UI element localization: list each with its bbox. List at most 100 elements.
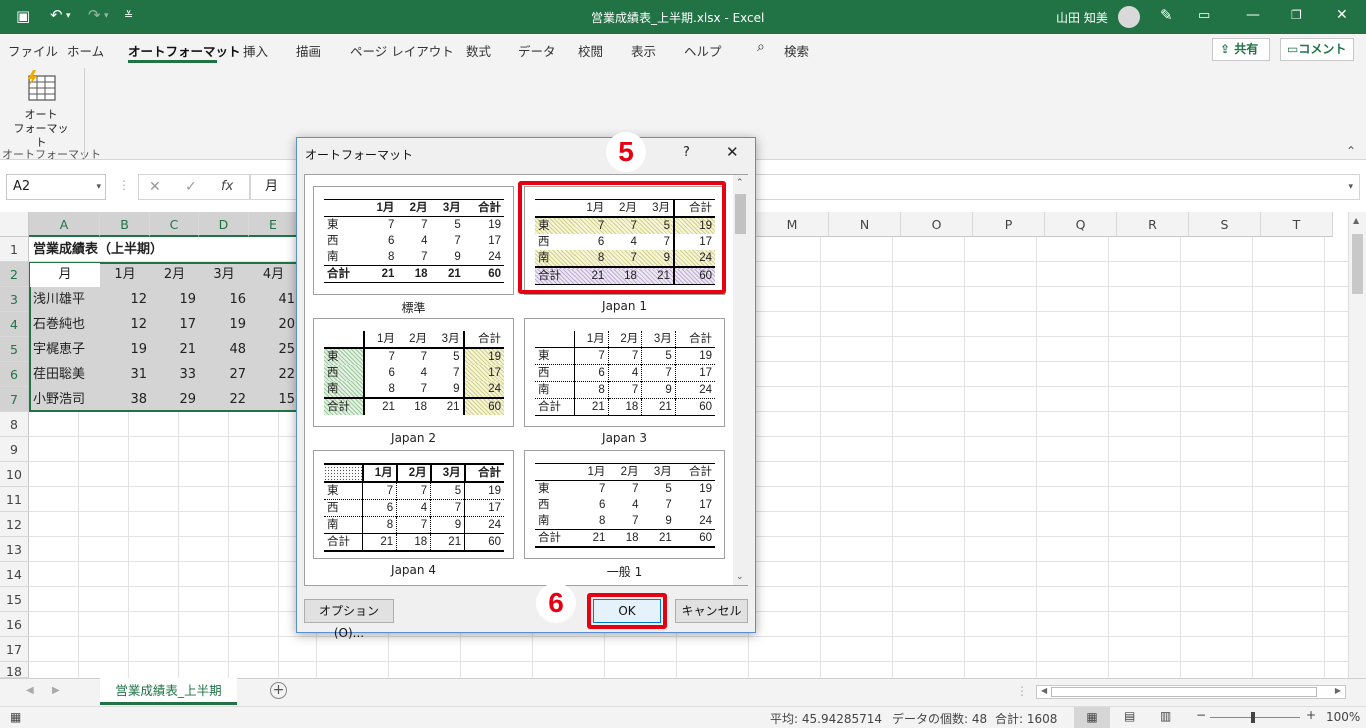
value-cell[interactable]: 12 xyxy=(100,287,150,312)
value-cell[interactable]: 31 xyxy=(100,362,150,387)
format-list-scrollbar[interactable]: ⌃ ⌄ xyxy=(733,175,748,585)
tab-splitter[interactable]: ⋮ xyxy=(1016,684,1028,698)
value-cell[interactable]: 41 xyxy=(249,287,298,312)
cancel-entry-icon[interactable]: ✕ xyxy=(149,179,161,195)
sheet-tab-active[interactable]: 営業成績表_上半期 xyxy=(100,678,237,705)
col-header-q[interactable]: Q xyxy=(1045,212,1117,237)
tab-help[interactable]: ヘルプ xyxy=(684,41,722,60)
header-cell-mar[interactable]: 3月 xyxy=(199,262,249,287)
col-header-p[interactable]: P xyxy=(973,212,1045,237)
row-header-4[interactable]: 4 xyxy=(0,312,29,337)
close-window-icon[interactable]: ✕ xyxy=(1336,7,1348,23)
cancel-button[interactable]: キャンセル xyxy=(675,599,748,623)
value-cell[interactable]: 17 xyxy=(150,312,199,337)
value-cell[interactable]: 20 xyxy=(249,312,298,337)
tab-insert[interactable]: 挿入 xyxy=(243,41,268,60)
horizontal-scrollbar[interactable]: ◀ ▶ xyxy=(1036,685,1346,699)
redo-icon[interactable]: ↷ xyxy=(88,6,101,24)
add-sheet-icon[interactable]: + xyxy=(270,682,287,699)
row-header-2[interactable]: 2 xyxy=(0,262,29,287)
expand-formula-icon[interactable]: ▾ xyxy=(1348,175,1353,199)
ok-button[interactable]: OK xyxy=(593,599,661,623)
format-japan4[interactable]: 1月 2月 3月 合計 東 7 7 5 19 西 6 4 7 17 南 8 7 9 24 合計 21 18 21 60 xyxy=(313,450,514,559)
pen-icon[interactable]: ✎ xyxy=(1160,6,1173,24)
row-header-12[interactable]: 12 xyxy=(0,512,29,537)
format-label-standard[interactable]: 標準 xyxy=(313,299,514,316)
tab-review[interactable]: 校閲 xyxy=(578,41,603,60)
row-header-11[interactable]: 11 xyxy=(0,487,29,512)
format-general1[interactable]: 1月 2月 3月 合計 東 7 7 5 19 西 6 4 7 17 南 8 7 9 24 合計 21 18 21 60 xyxy=(524,450,725,559)
vertical-scrollbar[interactable]: ▲ xyxy=(1348,212,1366,678)
name-cell[interactable]: 宇梶恵子 xyxy=(30,337,100,362)
sheet-title-cell[interactable]: 営業成績表（上半期） xyxy=(30,237,290,262)
row-header-14[interactable]: 14 xyxy=(0,562,29,587)
share-button[interactable]: ⇪ 共有 xyxy=(1212,38,1270,61)
normal-view-icon[interactable]: ▦ xyxy=(1074,707,1110,728)
comment-button[interactable]: ▭コメント xyxy=(1280,38,1354,61)
row-header-8[interactable]: 8 xyxy=(0,412,29,437)
tab-autoformat[interactable]: オートフォーマット xyxy=(128,41,241,60)
value-cell[interactable]: 27 xyxy=(199,362,249,387)
name-cell[interactable]: 石巻純也 xyxy=(30,312,100,337)
value-cell[interactable]: 48 xyxy=(199,337,249,362)
row-header-7[interactable]: 7 xyxy=(0,387,29,412)
tab-view[interactable]: 表示 xyxy=(631,41,656,60)
collapse-ribbon-icon[interactable]: ⌃ xyxy=(1346,144,1356,158)
format-list[interactable]: ⌃ ⌄ 1月 2月 3月 合計 東 7 7 5 19 西 6 4 7 17 南 8 7 9 24 合計 21 18… xyxy=(304,174,748,586)
scroll-left-icon[interactable]: ◀ xyxy=(1041,686,1047,695)
tab-formulas[interactable]: 数式 xyxy=(466,41,491,60)
format-label-general1[interactable]: 一般 1 xyxy=(524,563,725,580)
header-cell-month[interactable]: 月 xyxy=(30,262,100,287)
header-cell-apr[interactable]: 4月 xyxy=(249,262,298,287)
name-box-dropdown-icon[interactable]: ▾ xyxy=(96,175,101,199)
col-header-s[interactable]: S xyxy=(1189,212,1261,237)
value-cell[interactable]: 29 xyxy=(150,387,199,412)
col-header-r[interactable]: R xyxy=(1117,212,1189,237)
value-cell[interactable]: 15 xyxy=(249,387,298,412)
zoom-slider-thumb[interactable] xyxy=(1251,712,1255,723)
row-header-6[interactable]: 6 xyxy=(0,362,29,387)
col-header-m[interactable]: M xyxy=(756,212,829,237)
format-standard[interactable]: 1月 2月 3月 合計 東 7 7 5 19 西 6 4 7 17 南 8 7 9 24 合計 21 18 21 60 xyxy=(313,186,514,295)
value-cell[interactable]: 25 xyxy=(249,337,298,362)
search-label[interactable]: 検索 xyxy=(784,41,809,60)
value-cell[interactable]: 12 xyxy=(100,312,150,337)
value-cell[interactable]: 19 xyxy=(150,287,199,312)
undo-dropdown-icon[interactable]: ▾ xyxy=(66,11,71,21)
value-cell[interactable]: 16 xyxy=(199,287,249,312)
select-all-corner[interactable] xyxy=(0,212,29,237)
name-cell[interactable]: 浅川雄平 xyxy=(30,287,100,312)
col-header-e[interactable]: E xyxy=(249,212,298,237)
format-scroll-down-icon[interactable]: ⌄ xyxy=(736,572,744,582)
format-japan2[interactable]: 1月 2月 3月 合計 東 7 7 5 19 西 6 4 7 17 南 8 7 9 24 合計 21 18 21 60 xyxy=(313,318,514,427)
user-name[interactable]: 山田 知美 xyxy=(1056,9,1108,26)
col-header-c[interactable]: C xyxy=(150,212,199,237)
autoformat-button[interactable]: オート フォーマット xyxy=(12,68,70,149)
insert-function-icon[interactable]: fx xyxy=(221,179,233,194)
col-header-b[interactable]: B xyxy=(100,212,150,237)
header-cell-feb[interactable]: 2月 xyxy=(150,262,199,287)
value-cell[interactable]: 19 xyxy=(199,312,249,337)
zoom-slider[interactable] xyxy=(1210,717,1300,718)
value-cell[interactable]: 22 xyxy=(199,387,249,412)
row-header-18[interactable]: 18 xyxy=(0,662,29,678)
row-header-10[interactable]: 10 xyxy=(0,462,29,487)
value-cell[interactable]: 38 xyxy=(100,387,150,412)
minimize-icon[interactable]: — xyxy=(1246,7,1260,23)
format-scroll-up-icon[interactable]: ⌃ xyxy=(736,178,744,188)
undo-icon[interactable]: ↶ xyxy=(50,6,63,24)
format-label-japan2[interactable]: Japan 2 xyxy=(313,431,514,445)
avatar[interactable] xyxy=(1118,6,1140,28)
h-scroll-thumb[interactable] xyxy=(1051,687,1317,697)
col-header-d[interactable]: D xyxy=(199,212,249,237)
confirm-entry-icon[interactable]: ✓ xyxy=(185,179,197,195)
scroll-up-icon[interactable]: ▲ xyxy=(1353,216,1359,225)
row-header-3[interactable]: 3 xyxy=(0,287,29,312)
value-cell[interactable]: 33 xyxy=(150,362,199,387)
zoom-out-icon[interactable]: − xyxy=(1196,708,1206,722)
format-label-japan4[interactable]: Japan 4 xyxy=(313,563,514,577)
customize-qat-icon[interactable]: ≚ xyxy=(124,9,133,22)
name-box[interactable]: A2 ▾ xyxy=(6,174,106,200)
value-cell[interactable]: 19 xyxy=(100,337,150,362)
format-scroll-thumb[interactable] xyxy=(735,194,746,234)
